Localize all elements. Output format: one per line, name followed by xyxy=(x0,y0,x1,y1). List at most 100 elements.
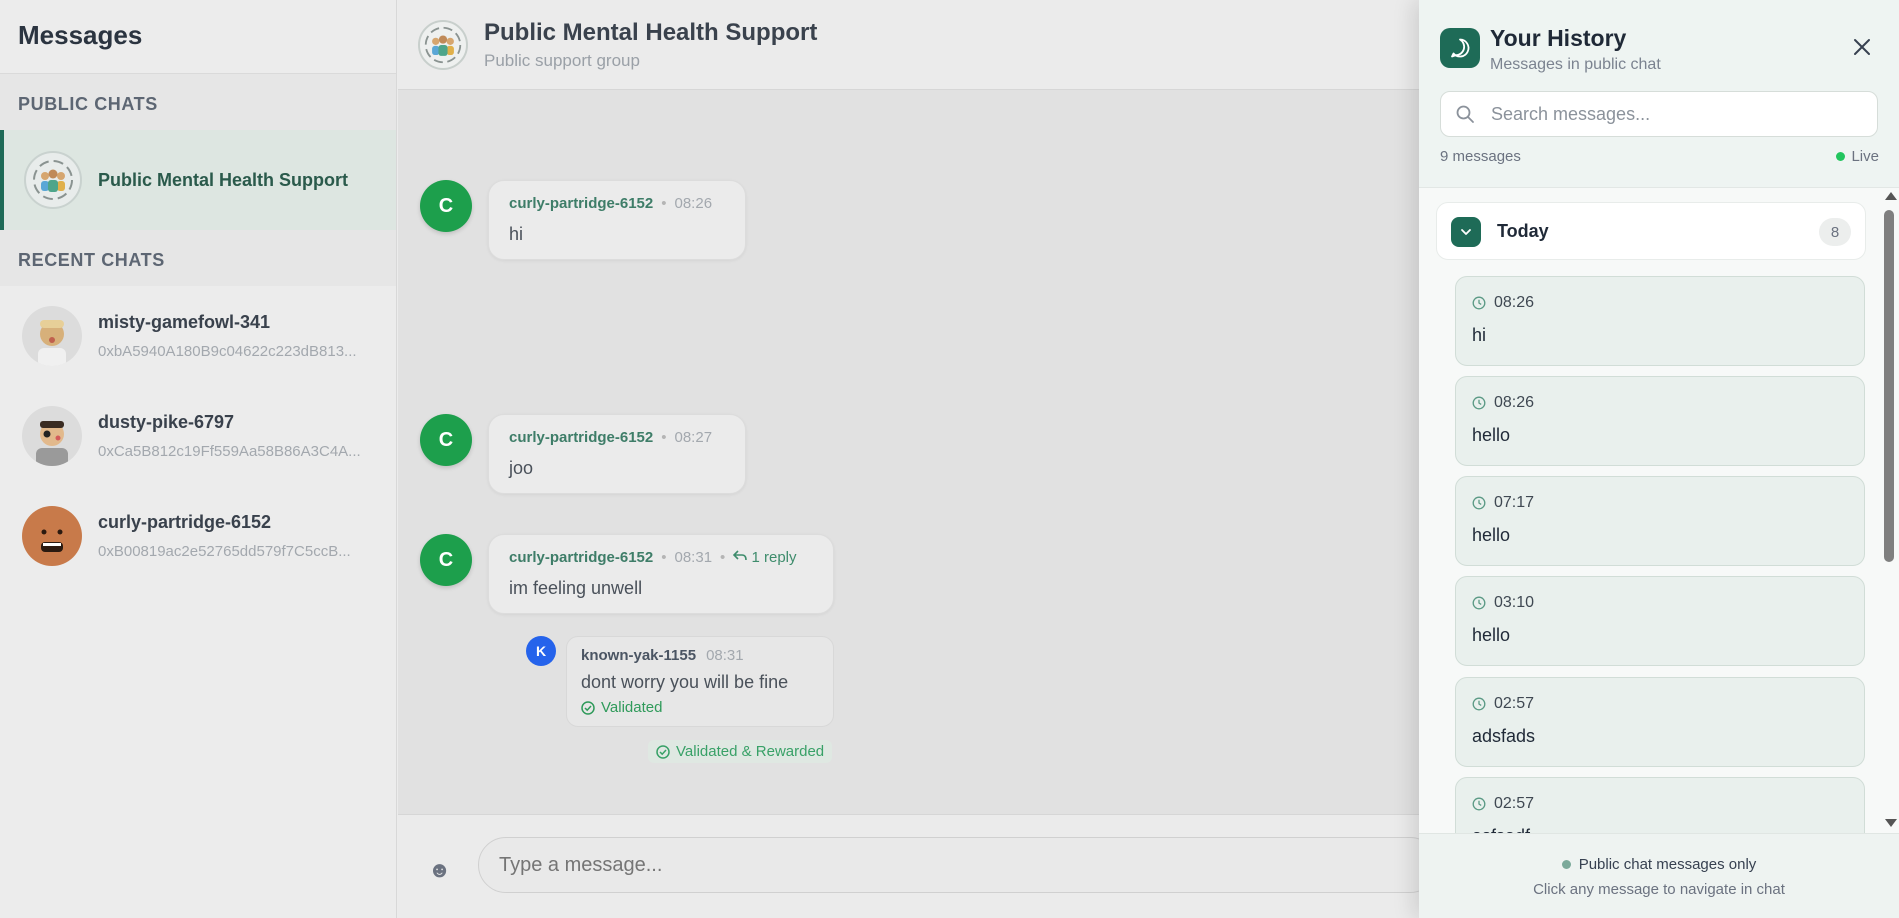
sidebar-item-recent-chat[interactable]: misty-gamefowl-341 0xbA5940A180B9c04622c… xyxy=(0,286,396,386)
history-item-time: 02:57 xyxy=(1494,695,1535,712)
history-item[interactable]: 08:26 hi xyxy=(1455,276,1865,366)
group-avatar-icon xyxy=(418,19,468,70)
history-footer: Public chat messages only Click any mess… xyxy=(1419,833,1899,918)
message-avatar: C xyxy=(420,534,472,586)
chat-title: Public Mental Health Support xyxy=(484,18,818,46)
reply-author: known-yak-1155 xyxy=(581,647,697,664)
chat-message[interactable]: C curly-partridge-6152 • 08:26 hi xyxy=(420,180,746,260)
history-item-time: 03:10 xyxy=(1494,594,1535,611)
history-panel: Your History Messages in public chat 9 m… xyxy=(1419,0,1899,918)
reply-text: dont worry you will be fine xyxy=(581,672,789,692)
clock-icon xyxy=(1472,697,1486,711)
sidebar-item-recent-chat[interactable]: dusty-pike-6797 0xCa5B812c19Ff559Aa58B86… xyxy=(0,386,396,486)
sidebar-item-recent-chat[interactable]: curly-partridge-6152 0xB00819ac2e52765dd… xyxy=(0,486,396,586)
recent-chat-address: 0xbA5940A180B9c04622c223dB813... xyxy=(98,343,357,360)
reply-count-link[interactable]: 1 reply xyxy=(733,549,797,566)
message-text: joo xyxy=(509,458,534,478)
today-group-header[interactable]: Today 8 xyxy=(1436,202,1866,260)
history-list: Today 8 08:26 hi 08:26 hello 07:17 hello… xyxy=(1419,188,1899,833)
close-icon xyxy=(1854,39,1870,55)
live-label: Live xyxy=(1851,148,1879,165)
history-item-text: asfsadf xyxy=(1472,826,1530,833)
user-avatar xyxy=(22,506,82,566)
reply-avatar: K xyxy=(526,636,556,666)
chat-area: Public Mental Health Support Public supp… xyxy=(398,0,1438,918)
clock-icon xyxy=(1472,797,1486,811)
group-avatar-icon xyxy=(24,151,82,209)
message-count: 9 messages xyxy=(1440,148,1521,165)
message-avatar: C xyxy=(420,180,472,232)
message-input[interactable] xyxy=(478,837,1438,893)
reply-count: 1 reply xyxy=(751,549,797,566)
history-item[interactable]: 02:57 adsfads xyxy=(1455,677,1865,767)
history-item[interactable]: 08:26 hello xyxy=(1455,376,1865,466)
message-time: 08:31 xyxy=(674,549,713,566)
group-label: Today xyxy=(1497,221,1549,241)
history-item[interactable]: 03:10 hello xyxy=(1455,576,1865,666)
message-bubble: curly-partridge-6152 • 08:31 • 1 reply i… xyxy=(488,534,834,614)
footer-note: Public chat messages only xyxy=(1578,856,1757,873)
footer-hint: Click any message to navigate in chat xyxy=(1533,881,1785,898)
chevron-down-icon xyxy=(1451,217,1481,247)
user-avatar xyxy=(22,406,82,466)
scroll-down-arrow-icon[interactable] xyxy=(1885,819,1897,827)
history-title: Your History xyxy=(1490,25,1627,51)
live-dot-icon xyxy=(1836,152,1846,161)
status-dot-icon xyxy=(1561,860,1571,869)
history-item[interactable]: 02:57 asfsadf xyxy=(1455,777,1865,833)
clock-icon xyxy=(1472,596,1486,610)
reply-bubble: known-yak-1155 08:31 dont worry you will… xyxy=(566,636,834,727)
recent-chat-name: misty-gamefowl-341 xyxy=(98,312,271,332)
clock-icon xyxy=(1472,296,1486,310)
reply-icon xyxy=(733,550,748,561)
separator-dot: • xyxy=(661,549,667,566)
message-time: 08:27 xyxy=(674,429,713,446)
recent-chats-heading: RECENT CHATS xyxy=(0,230,396,286)
clock-icon xyxy=(1472,496,1486,510)
validated-label: Validated xyxy=(601,699,663,716)
chat-header: Public Mental Health Support Public supp… xyxy=(398,0,1420,90)
history-item[interactable]: 07:17 hello xyxy=(1455,476,1865,566)
emoji-icon[interactable]: ☻ xyxy=(428,857,451,883)
group-count-badge: 8 xyxy=(1819,218,1851,246)
history-item-text: hello xyxy=(1472,625,1511,645)
chat-message[interactable]: C curly-partridge-6152 • 08:27 joo xyxy=(420,414,746,494)
scroll-up-arrow-icon[interactable] xyxy=(1885,192,1897,200)
search-icon xyxy=(1456,105,1474,123)
history-item-text: hello xyxy=(1472,425,1511,445)
history-search xyxy=(1440,91,1878,137)
message-author: curly-partridge-6152 xyxy=(509,195,654,212)
recent-chat-name: dusty-pike-6797 xyxy=(98,412,235,432)
chat-sidebar: Messages PUBLIC CHATS Public Mental Heal… xyxy=(0,0,397,918)
chat-subtitle: Public support group xyxy=(484,50,640,70)
message-author: curly-partridge-6152 xyxy=(509,549,654,566)
history-item-time: 02:57 xyxy=(1494,795,1535,812)
message-avatar: C xyxy=(420,414,472,466)
check-circle-icon xyxy=(656,744,670,759)
message-composer: ☻ xyxy=(398,814,1438,918)
history-subtitle: Messages in public chat xyxy=(1490,56,1661,73)
sidebar-item-public-chat[interactable]: Public Mental Health Support xyxy=(0,130,396,230)
history-item-text: adsfads xyxy=(1472,726,1536,746)
reply-message[interactable]: K known-yak-1155 08:31 dont worry you wi… xyxy=(526,636,834,727)
public-chats-heading: PUBLIC CHATS xyxy=(0,74,396,130)
separator-dot: • xyxy=(661,195,667,212)
history-scrollbar[interactable] xyxy=(1881,188,1897,833)
history-item-time: 08:26 xyxy=(1494,294,1535,311)
check-circle-icon xyxy=(581,700,595,715)
message-bubble: curly-partridge-6152 • 08:27 joo xyxy=(488,414,746,494)
chat-bubble-icon xyxy=(1440,28,1480,68)
separator-dot: • xyxy=(661,429,667,446)
reply-time: 08:31 xyxy=(706,647,744,664)
live-indicator: Live xyxy=(1836,148,1879,165)
message-text: im feeling unwell xyxy=(509,578,643,598)
validated-rewarded-badge: Validated & Rewarded xyxy=(648,740,833,763)
close-button[interactable] xyxy=(1845,30,1879,64)
message-text: hi xyxy=(509,224,524,244)
scroll-thumb[interactable] xyxy=(1884,210,1894,562)
recent-chat-name: curly-partridge-6152 xyxy=(98,512,272,532)
chat-message[interactable]: C curly-partridge-6152 • 08:31 • 1 reply… xyxy=(420,534,834,614)
search-input[interactable] xyxy=(1491,92,1871,136)
message-bubble: curly-partridge-6152 • 08:26 hi xyxy=(488,180,746,260)
message-author: curly-partridge-6152 xyxy=(509,429,654,446)
